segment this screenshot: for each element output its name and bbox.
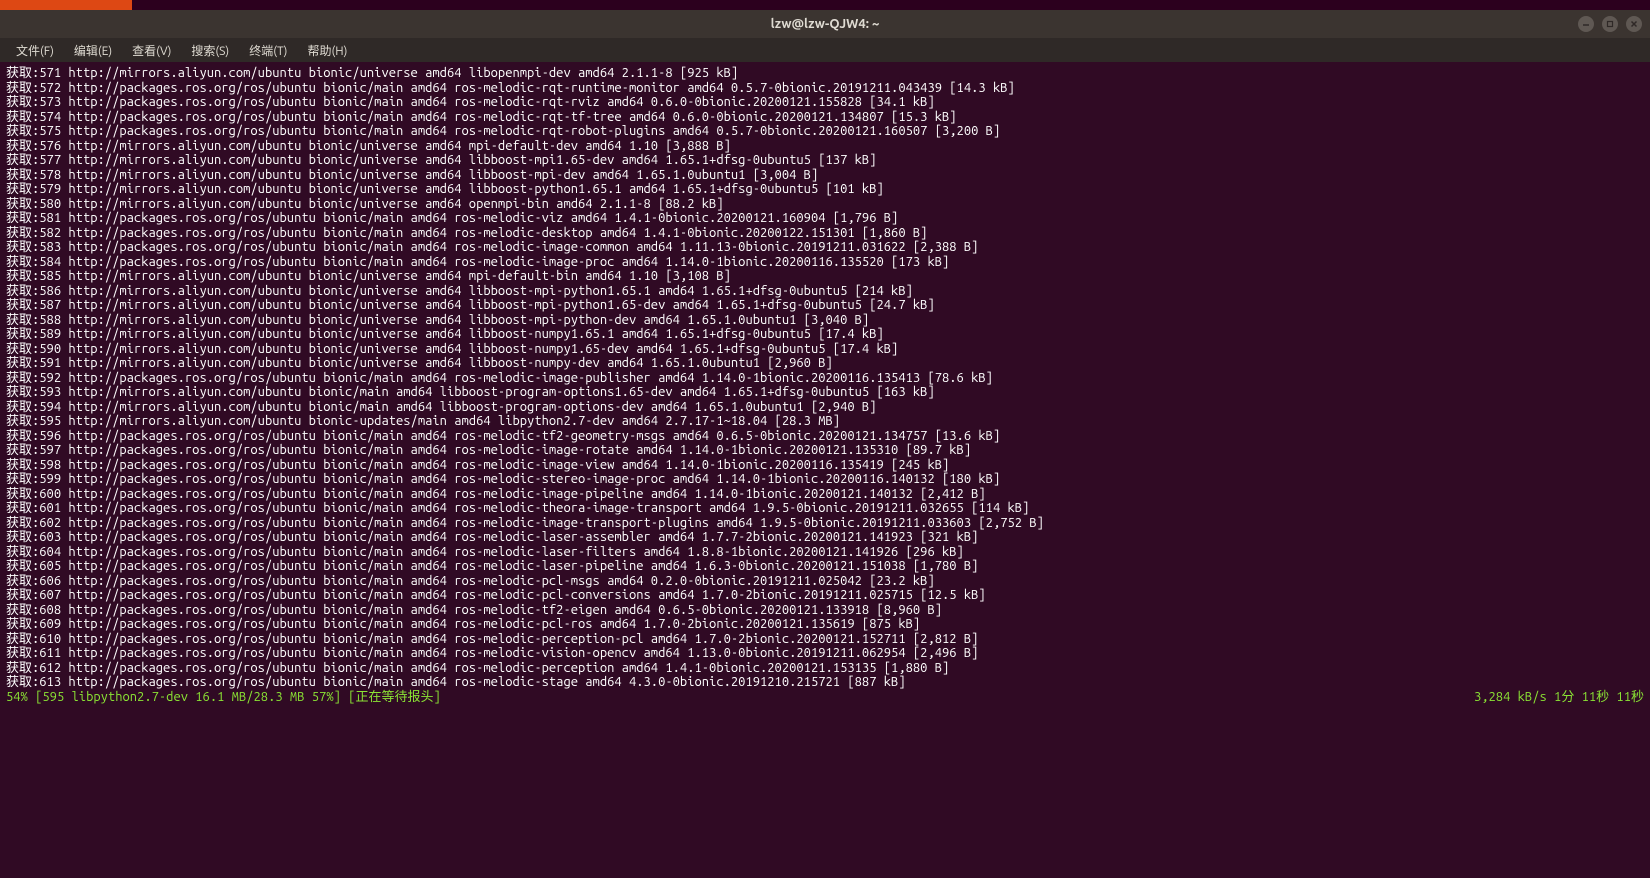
minimize-icon xyxy=(1582,17,1590,31)
menu-edit[interactable]: 编辑(E) xyxy=(66,40,120,61)
menu-terminal[interactable]: 终端(T) xyxy=(241,40,295,61)
terminal-line: 获取:590 http://mirrors.aliyun.com/ubuntu … xyxy=(6,342,1644,357)
terminal-line: 获取:606 http://packages.ros.org/ros/ubunt… xyxy=(6,574,1644,589)
terminal-line: 获取:610 http://packages.ros.org/ros/ubunt… xyxy=(6,632,1644,647)
terminal-line: 获取:602 http://packages.ros.org/ros/ubunt… xyxy=(6,516,1644,531)
terminal-line: 获取:588 http://mirrors.aliyun.com/ubuntu … xyxy=(6,313,1644,328)
terminal-line: 获取:601 http://packages.ros.org/ros/ubunt… xyxy=(6,501,1644,516)
terminal-line: 获取:593 http://mirrors.aliyun.com/ubuntu … xyxy=(6,385,1644,400)
progress-left: 54% [595 libpython2.7-dev 16.1 MB/28.3 M… xyxy=(6,690,441,705)
terminal-output: 获取:571 http://mirrors.aliyun.com/ubuntu … xyxy=(6,66,1644,690)
window-title: lzw@lzw-QJW4: ~ xyxy=(771,17,880,31)
menu-help[interactable]: 帮助(H) xyxy=(299,40,355,61)
terminal-line: 获取:572 http://packages.ros.org/ros/ubunt… xyxy=(6,81,1644,96)
terminal-line: 获取:576 http://mirrors.aliyun.com/ubuntu … xyxy=(6,139,1644,154)
terminal-line: 获取:603 http://packages.ros.org/ros/ubunt… xyxy=(6,530,1644,545)
progress-right: 3,284 kB/s 1分 11秒 11秒 xyxy=(1474,690,1644,705)
terminal-line: 获取:571 http://mirrors.aliyun.com/ubuntu … xyxy=(6,66,1644,81)
desktop-top-bar xyxy=(0,0,1650,10)
terminal-line: 获取:611 http://packages.ros.org/ros/ubunt… xyxy=(6,646,1644,661)
terminal-line: 获取:583 http://packages.ros.org/ros/ubunt… xyxy=(6,240,1644,255)
terminal-line: 获取:586 http://mirrors.aliyun.com/ubuntu … xyxy=(6,284,1644,299)
terminal-line: 获取:596 http://packages.ros.org/ros/ubunt… xyxy=(6,429,1644,444)
terminal-line: 获取:581 http://packages.ros.org/ros/ubunt… xyxy=(6,211,1644,226)
menu-view[interactable]: 查看(V) xyxy=(124,40,179,61)
terminal-line: 获取:587 http://mirrors.aliyun.com/ubuntu … xyxy=(6,298,1644,313)
maximize-icon xyxy=(1606,17,1614,31)
terminal-line: 获取:605 http://packages.ros.org/ros/ubunt… xyxy=(6,559,1644,574)
terminal-body[interactable]: 获取:571 http://mirrors.aliyun.com/ubuntu … xyxy=(0,62,1650,878)
maximize-button[interactable] xyxy=(1602,16,1618,32)
terminal-line: 获取:585 http://mirrors.aliyun.com/ubuntu … xyxy=(6,269,1644,284)
minimize-button[interactable] xyxy=(1578,16,1594,32)
menu-search[interactable]: 搜索(S) xyxy=(183,40,237,61)
terminal-line: 获取:600 http://packages.ros.org/ros/ubunt… xyxy=(6,487,1644,502)
terminal-line: 获取:575 http://packages.ros.org/ros/ubunt… xyxy=(6,124,1644,139)
terminal-line: 获取:613 http://packages.ros.org/ros/ubunt… xyxy=(6,675,1644,690)
terminal-line: 获取:591 http://mirrors.aliyun.com/ubuntu … xyxy=(6,356,1644,371)
terminal-line: 获取:607 http://packages.ros.org/ros/ubunt… xyxy=(6,588,1644,603)
close-button[interactable] xyxy=(1626,16,1642,32)
terminal-line: 获取:579 http://mirrors.aliyun.com/ubuntu … xyxy=(6,182,1644,197)
terminal-line: 获取:582 http://packages.ros.org/ros/ubunt… xyxy=(6,226,1644,241)
terminal-line: 获取:578 http://mirrors.aliyun.com/ubuntu … xyxy=(6,168,1644,183)
terminal-line: 获取:604 http://packages.ros.org/ros/ubunt… xyxy=(6,545,1644,560)
terminal-line: 获取:594 http://mirrors.aliyun.com/ubuntu … xyxy=(6,400,1644,415)
terminal-line: 获取:595 http://mirrors.aliyun.com/ubuntu … xyxy=(6,414,1644,429)
menu-file[interactable]: 文件(F) xyxy=(8,40,62,61)
terminal-line: 获取:609 http://packages.ros.org/ros/ubunt… xyxy=(6,617,1644,632)
terminal-line: 获取:608 http://packages.ros.org/ros/ubunt… xyxy=(6,603,1644,618)
menubar: 文件(F) 编辑(E) 查看(V) 搜索(S) 终端(T) 帮助(H) xyxy=(0,38,1650,62)
terminal-line: 获取:597 http://packages.ros.org/ros/ubunt… xyxy=(6,443,1644,458)
apt-progress-line: 54% [595 libpython2.7-dev 16.1 MB/28.3 M… xyxy=(6,690,1644,705)
terminal-line: 获取:573 http://packages.ros.org/ros/ubunt… xyxy=(6,95,1644,110)
terminal-line: 获取:574 http://packages.ros.org/ros/ubunt… xyxy=(6,110,1644,125)
terminal-line: 获取:584 http://packages.ros.org/ros/ubunt… xyxy=(6,255,1644,270)
terminal-line: 获取:598 http://packages.ros.org/ros/ubunt… xyxy=(6,458,1644,473)
terminal-line: 获取:592 http://packages.ros.org/ros/ubunt… xyxy=(6,371,1644,386)
terminal-line: 获取:612 http://packages.ros.org/ros/ubunt… xyxy=(6,661,1644,676)
terminal-line: 获取:599 http://packages.ros.org/ros/ubunt… xyxy=(6,472,1644,487)
close-icon xyxy=(1630,17,1638,31)
window-titlebar: lzw@lzw-QJW4: ~ xyxy=(0,10,1650,38)
terminal-line: 获取:577 http://mirrors.aliyun.com/ubuntu … xyxy=(6,153,1644,168)
window-controls xyxy=(1578,16,1642,32)
terminal-line: 获取:580 http://mirrors.aliyun.com/ubuntu … xyxy=(6,197,1644,212)
terminal-line: 获取:589 http://mirrors.aliyun.com/ubuntu … xyxy=(6,327,1644,342)
